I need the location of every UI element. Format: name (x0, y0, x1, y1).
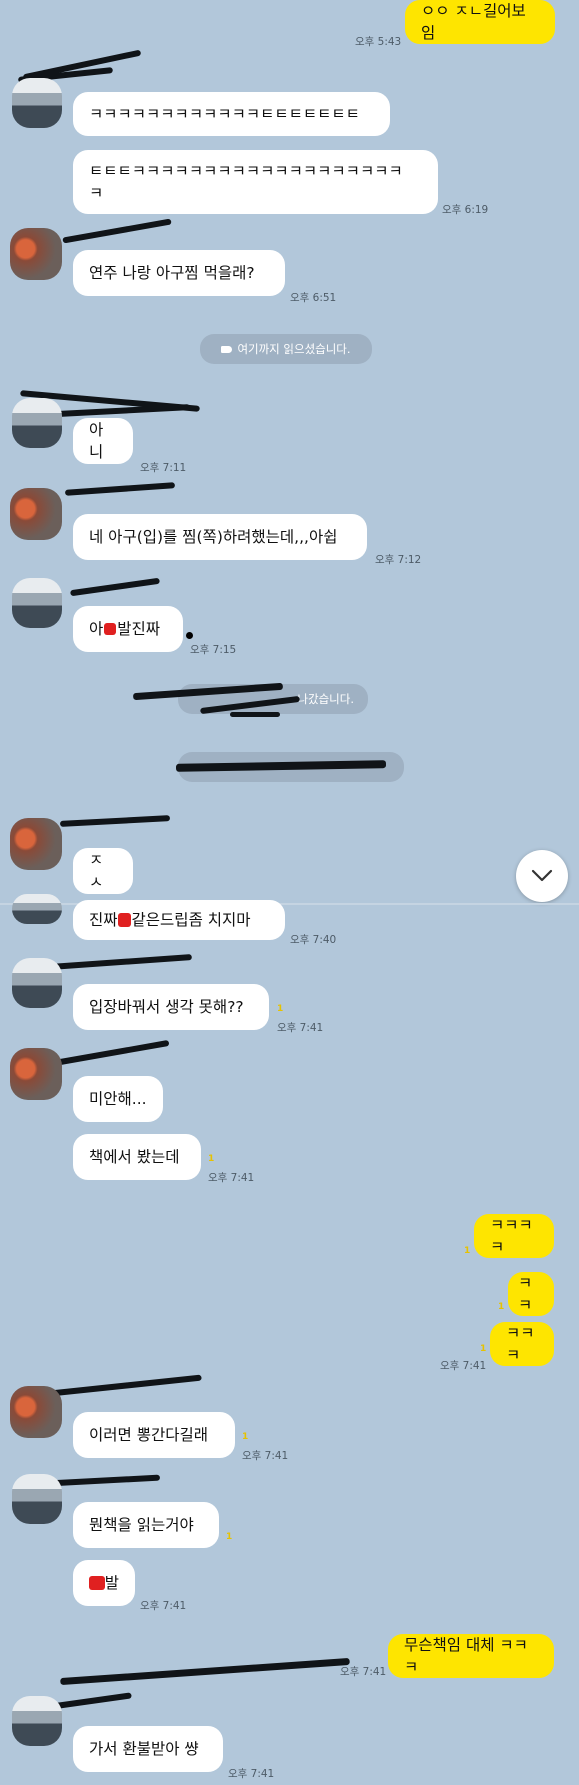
avatar[interactable] (12, 578, 62, 628)
message-time: 오후 5:43 (355, 36, 402, 48)
message-time: 오후 7:41 (340, 1666, 387, 1678)
incoming-message[interactable]: ㅈㅅ (73, 848, 133, 894)
redacted-name (39, 404, 191, 418)
message-time: 오후 6:51 (290, 292, 337, 304)
unread-count: 1 (498, 1302, 505, 1312)
redacted-name (62, 218, 172, 244)
avatar[interactable] (10, 818, 62, 870)
message-text: 진짜 (89, 911, 118, 929)
message-time: 오후 7:41 (208, 1172, 255, 1184)
incoming-message[interactable]: 가서 환불받아 썅 (73, 1726, 223, 1772)
avatar[interactable] (10, 228, 62, 280)
dot-mark (186, 632, 193, 639)
message-text: 가서 환불받아 썅 (89, 1740, 199, 1758)
message-time: 오후 7:41 (440, 1360, 487, 1372)
incoming-message[interactable]: 연주 나랑 아구찜 먹을래? (73, 250, 285, 296)
outgoing-message[interactable]: ㅋㅋ (508, 1272, 554, 1316)
unread-count: 1 (277, 1004, 284, 1014)
message-text: 발 (104, 1574, 119, 1592)
incoming-message[interactable]: 네 아구(입)를 찜(쪽)하려했는데,,,아쉽 (73, 514, 367, 560)
incoming-message[interactable]: ㅋㅋㅋㅋㅋㅋㅋㅋㅋㅋㅋㅋㅌㅌㅌㅌㅌㅌㅌ (73, 92, 390, 136)
incoming-message[interactable]: ㅌㅌㅌㅋㅋㅋㅋㅋㅋㅋㅋㅋㅋㅋㅋㅋㅋㅋㅋㅋㅋㅋ ㅋ (73, 150, 438, 214)
redacted-name (60, 1657, 350, 1686)
message-time: 오후 7:12 (375, 554, 422, 566)
message-text: ㅋㅋㅋ (506, 1324, 535, 1364)
unread-count: 1 (480, 1344, 487, 1354)
message-text: ㅈㅅ (89, 851, 104, 891)
incoming-message[interactable]: 입장바꿔서 생각 못해?? (73, 984, 269, 1030)
avatar[interactable] (12, 1474, 62, 1524)
outgoing-message[interactable]: ㅋㅋㅋ (490, 1322, 554, 1366)
message-text: 발진짜 (117, 620, 161, 638)
incoming-message[interactable]: 미안해... (73, 1076, 163, 1122)
message-time: 오후 7:11 (140, 462, 187, 474)
tag-icon (221, 346, 233, 353)
message-text: ㅌㅌㅌㅋㅋㅋㅋㅋㅋㅋㅋㅋㅋㅋㅋㅋㅋㅋㅋㅋㅋㅋ (89, 162, 403, 180)
message-time: 오후 7:41 (277, 1022, 324, 1034)
message-text: ㅋㅋ (518, 1274, 533, 1314)
avatar[interactable] (12, 894, 62, 924)
message-text: 아 (89, 620, 104, 638)
incoming-message[interactable]: 이러면 뽕간다길래 (73, 1412, 235, 1458)
chevron-down-icon (531, 869, 553, 882)
incoming-message[interactable]: 아니 (73, 418, 133, 464)
incoming-message[interactable]: 진짜 같은드립좀 치지마 (73, 900, 285, 940)
censor-mark (89, 1576, 105, 1590)
outgoing-message[interactable]: ㅇㅇ ㅈㄴ길어보임 (405, 0, 555, 44)
avatar[interactable] (10, 1386, 62, 1438)
scroll-down-button[interactable] (516, 850, 568, 902)
message-text: 입장바꿔서 생각 못해?? (89, 998, 244, 1016)
message-text: 아니 (89, 421, 104, 461)
avatar[interactable] (12, 78, 62, 128)
message-text: ㅇㅇ ㅈㄴ길어보임 (421, 2, 526, 42)
redacted-name (70, 577, 160, 597)
message-text: 이러면 뽕간다길래 (89, 1426, 209, 1444)
avatar[interactable] (10, 488, 62, 540)
incoming-message[interactable]: 아 발진짜 (73, 606, 183, 652)
message-time: 오후 7:41 (140, 1600, 187, 1612)
message-text: ㅋㅋㅋㅋ (490, 1216, 533, 1256)
avatar[interactable] (12, 1696, 62, 1746)
redacted-name (64, 482, 176, 496)
message-time: 오후 6:19 (442, 204, 489, 216)
unread-count: 1 (226, 1532, 233, 1542)
redacted-name (59, 815, 171, 827)
message-time: 오후 7:40 (290, 934, 337, 946)
message-time: 오후 7:41 (228, 1768, 275, 1780)
message-text: 네 아구(입)를 찜(쪽)하려했는데,,,아쉽 (89, 528, 338, 546)
message-time: 오후 7:41 (242, 1450, 289, 1462)
avatar[interactable] (10, 1048, 62, 1100)
redacted-name (230, 712, 280, 717)
message-text: 연주 나랑 아구찜 먹을래? (89, 264, 255, 282)
avatar[interactable] (12, 958, 62, 1008)
unread-count: 1 (242, 1432, 249, 1442)
message-text: 같은드립좀 치지마 (131, 911, 251, 929)
incoming-message[interactable]: 뭔책을 읽는거야 (73, 1502, 219, 1548)
incoming-message[interactable]: 발 (73, 1560, 135, 1606)
message-text: ㅋㅋㅋㅋㅋㅋㅋㅋㅋㅋㅋㅋㅌㅌㅌㅌㅌㅌㅌ (89, 105, 360, 123)
notice-text: 여기까지 읽으셨습니다. (237, 342, 351, 356)
read-marker-notice: 여기까지 읽으셨습니다. (200, 334, 372, 364)
outgoing-message[interactable]: ㅋㅋㅋㅋ (474, 1214, 554, 1258)
unread-count: 1 (208, 1154, 215, 1164)
unread-count: 1 (464, 1246, 471, 1256)
outgoing-message[interactable]: 무슨책임 대체 ㅋㅋㅋ (388, 1634, 554, 1678)
message-time: 오후 7:15 (190, 644, 237, 656)
message-text: 무슨책임 대체 ㅋㅋㅋ (404, 1636, 528, 1676)
censor-mark (117, 913, 131, 927)
incoming-message[interactable]: 책에서 봤는데 (73, 1134, 201, 1180)
message-text: ㅋ (89, 184, 104, 202)
avatar[interactable] (12, 398, 62, 448)
message-text: 미안해... (89, 1090, 147, 1108)
message-text: 책에서 봤는데 (89, 1148, 180, 1166)
censor-mark (104, 623, 117, 635)
message-text: 뭔책을 읽는거야 (89, 1516, 194, 1534)
notice-text: 나갔습니다. (297, 692, 354, 706)
